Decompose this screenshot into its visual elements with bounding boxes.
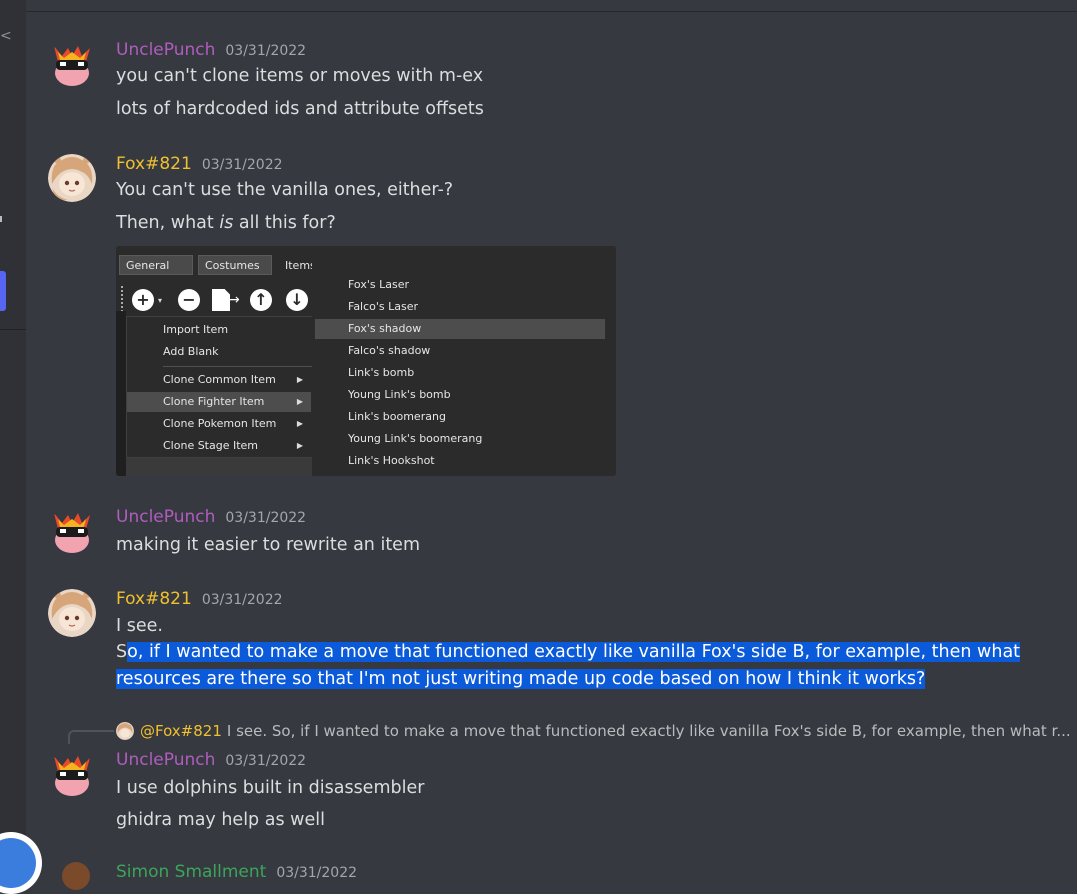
timestamp: 03/31/2022 xyxy=(225,43,307,59)
username[interactable]: UnclePunch xyxy=(116,750,215,770)
embed-menu-item: Clone Fighter Item ▶ xyxy=(127,392,311,412)
message-header: Fox#821 03/31/2022 xyxy=(116,154,283,178)
message-text: you can't clone items or moves with m-ex xyxy=(116,66,484,86)
embed-grip xyxy=(121,286,126,312)
embed-menu-item: Clone Stage Item ▶ xyxy=(127,436,311,456)
dropdown-arrow-icon: ▾ xyxy=(158,296,163,305)
embed-menu-label: Clone Common Item xyxy=(163,373,276,386)
reply-reference[interactable]: @Fox#821 I see. So, if I wanted to make … xyxy=(116,720,1071,742)
submenu-arrow-icon: ▶ xyxy=(296,375,303,384)
reply-preview: I see. So, if I wanted to make a move th… xyxy=(226,722,1071,740)
message-text-selected: resources are there so that I'm not just… xyxy=(116,669,926,689)
message-text: making it easier to rewrite an item xyxy=(116,535,420,555)
avatar[interactable] xyxy=(48,154,96,202)
message-text: Then, what is all this for? xyxy=(116,213,336,233)
move-down-icon: ↓ xyxy=(286,289,308,311)
message-header: UnclePunch 03/31/2022 xyxy=(116,507,306,531)
message-text: I see. xyxy=(116,616,163,636)
embed-panel-shade xyxy=(116,311,126,476)
message-header: Simon Smallment 03/31/2022 xyxy=(116,862,357,886)
strip-active-indicator xyxy=(0,271,6,311)
username[interactable]: Fox#821 xyxy=(116,589,192,609)
embed-submenu: Fox's Laser Falco's Laser Fox's shadow F… xyxy=(312,246,616,476)
message-header: UnclePunch 03/31/2022 xyxy=(116,750,306,774)
submenu-arrow-icon: ▶ xyxy=(296,397,303,406)
text-selection: resources are there so that I'm not just… xyxy=(116,669,926,689)
message-text-emphasis: is xyxy=(219,213,234,233)
text-selection: o, if I wanted to make a move that funct… xyxy=(127,642,1021,662)
embed-panel-footer xyxy=(126,458,312,476)
message-text-part: S xyxy=(116,642,128,662)
export-arrow-icon: → xyxy=(228,292,240,308)
message-text: lots of hardcoded ids and attribute offs… xyxy=(116,99,484,119)
message-text: I use dolphins built in disassembler xyxy=(116,778,425,798)
timestamp: 03/31/2022 xyxy=(201,157,283,173)
timestamp: 03/31/2022 xyxy=(201,592,283,608)
embed-submenu-item: Young Link's boomerang xyxy=(348,432,483,445)
embed-context-menu: Import Item Add Blank Clone Common Item ▶… xyxy=(126,316,314,458)
reply-avatar xyxy=(116,722,134,740)
timestamp: 03/31/2022 xyxy=(225,510,307,526)
embed-menu-label: Clone Pokemon Item xyxy=(163,417,277,430)
embed-menu-item: Clone Pokemon Item ▶ xyxy=(127,414,311,434)
embed-tab-items: Items xyxy=(278,255,316,275)
message-text-selected: So, if I wanted to make a move that func… xyxy=(116,642,1021,662)
remove-icon: − xyxy=(178,289,200,311)
message-header: UnclePunch 03/31/2022 xyxy=(116,40,306,64)
message-text-part: all this for? xyxy=(233,213,336,233)
username[interactable]: UnclePunch xyxy=(116,40,215,60)
reply-mention[interactable]: @Fox#821 xyxy=(140,722,222,740)
move-up-icon: ↑ xyxy=(250,289,272,311)
avatar[interactable] xyxy=(48,750,96,798)
embed-submenu-item: Falco's Laser xyxy=(348,300,419,313)
message-text: You can't use the vanilla ones, either-? xyxy=(116,180,454,200)
image-attachment[interactable]: General Costumes Items + ▾ − → ↑ ↓ Impor… xyxy=(116,246,616,476)
embed-submenu-item: Link's Hookshot xyxy=(348,454,435,467)
message-text-part: Then, what xyxy=(116,213,220,233)
avatar[interactable] xyxy=(48,507,96,555)
username[interactable]: Fox#821 xyxy=(116,154,192,174)
embed-submenu-item: Young Link's bomb xyxy=(348,388,451,401)
embed-menu-separator xyxy=(163,366,313,367)
embed-tab-costumes: Costumes xyxy=(198,255,272,275)
side-strip: < xyxy=(0,0,26,872)
embed-menu-label: Clone Stage Item xyxy=(163,439,259,452)
embed-submenu-item: Link's bomb xyxy=(348,366,415,379)
avatar[interactable] xyxy=(48,40,96,88)
embed-menu-item: Clone Common Item ▶ xyxy=(127,370,311,390)
embed-menu-label: Clone Fighter Item xyxy=(163,395,265,408)
embed-submenu-item: Fox's shadow xyxy=(315,319,605,339)
embed-submenu-item: Fox's Laser xyxy=(348,278,409,291)
add-icon: + xyxy=(132,289,154,311)
avatar[interactable] xyxy=(62,862,90,890)
embed-submenu-item: Falco's shadow xyxy=(348,344,431,357)
reply-connector xyxy=(68,730,114,744)
embed-tab-general: General xyxy=(119,255,193,275)
message-text: ghidra may help as well xyxy=(116,810,325,830)
embed-menu-item: Add Blank xyxy=(163,345,219,358)
avatar[interactable] xyxy=(48,589,96,637)
timestamp: 03/31/2022 xyxy=(225,753,307,769)
message-header: Fox#821 03/31/2022 xyxy=(116,589,283,613)
strip-marker xyxy=(0,216,2,222)
embed-menu-item: Import Item xyxy=(163,323,229,336)
submenu-arrow-icon: ▶ xyxy=(296,441,303,450)
username[interactable]: Simon Smallment xyxy=(116,862,266,882)
embed-submenu-item: Link's boomerang xyxy=(348,410,446,423)
timestamp: 03/31/2022 xyxy=(276,865,358,881)
username[interactable]: UnclePunch xyxy=(116,507,215,527)
collapse-chevron-icon[interactable]: < xyxy=(0,28,12,44)
top-divider xyxy=(26,0,1077,12)
strip-divider xyxy=(0,329,26,330)
submenu-arrow-icon: ▶ xyxy=(296,419,303,428)
